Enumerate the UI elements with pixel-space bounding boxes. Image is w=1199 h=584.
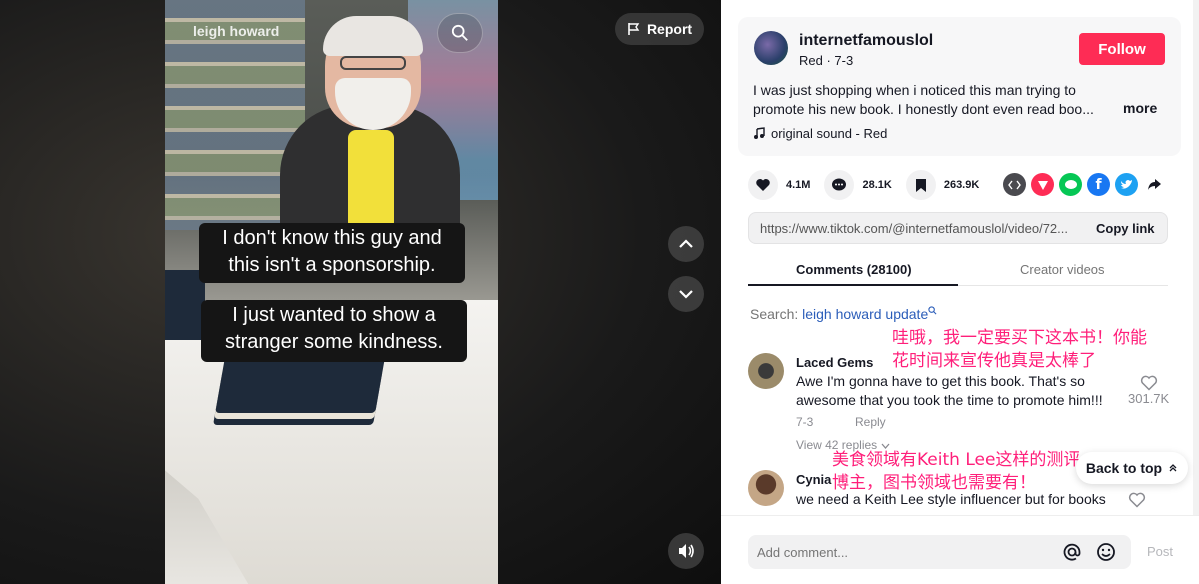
author-avatar[interactable]: [754, 31, 788, 65]
tabs: Comments (28100) Creator videos: [748, 256, 1168, 286]
search-icon: [928, 306, 937, 315]
add-comment-placeholder: Add comment...: [757, 545, 849, 560]
add-comment-input[interactable]: Add comment...: [748, 535, 1131, 569]
video-link-url[interactable]: https://www.tiktok.com/@internetfamouslo…: [760, 221, 1080, 236]
line-share-icon[interactable]: [1059, 173, 1082, 196]
active-tab-underline: [748, 284, 958, 286]
commenter-name[interactable]: Cynia: [796, 472, 831, 487]
facebook-share-icon[interactable]: f: [1087, 173, 1110, 196]
comment-like-count: 301.7K: [1128, 391, 1170, 406]
mention-icon[interactable]: [1061, 541, 1083, 563]
reply-button[interactable]: Reply: [855, 415, 886, 429]
share-arrow-icon[interactable]: [1143, 173, 1166, 196]
details-panel: internetfamouslol Red · 7-3 Follow I was…: [721, 0, 1199, 584]
follow-button[interactable]: Follow: [1079, 33, 1165, 65]
commenter-avatar[interactable]: [748, 353, 784, 389]
more-link[interactable]: more: [1123, 100, 1157, 116]
send-to-friends-icon[interactable]: [1031, 173, 1054, 196]
comment-count: 28.1K: [862, 179, 892, 191]
heart-outline-icon: [1128, 492, 1146, 508]
next-video-button[interactable]: [668, 276, 704, 312]
search-keyword[interactable]: leigh howard update: [802, 306, 928, 322]
comment-text: Awe I'm gonna have to get this book. Tha…: [796, 373, 1103, 408]
tab-comments[interactable]: Comments (28100): [796, 262, 912, 277]
action-bar: 4.1M 28.1K 263.9K: [748, 170, 993, 200]
translation-annotation-1: 哇哦，我一定要买下这本书！你能花时间来宣传他真是太棒了: [892, 328, 1147, 371]
volume-button[interactable]: [668, 533, 704, 569]
heart-icon: [748, 170, 778, 200]
embed-icon[interactable]: [1003, 173, 1026, 196]
comment-icon: [824, 170, 855, 200]
person-hair: [323, 16, 423, 56]
back-to-top-button[interactable]: Back to top: [1076, 452, 1188, 484]
flag-icon: [628, 23, 640, 35]
video-caption-2: I just wanted to show a stranger some ki…: [201, 300, 467, 362]
previous-video-button[interactable]: [668, 226, 704, 262]
report-button[interactable]: Report: [615, 13, 704, 45]
author-subline: Red · 7-3: [799, 53, 854, 68]
search-prefix: Search:: [750, 306, 799, 322]
translation-annotation-2: 美食领域有Keith Lee这样的测评博主，图书领域也需要有！: [832, 450, 1081, 493]
double-chevron-up-icon: [1169, 464, 1177, 472]
post-info-card: internetfamouslol Red · 7-3 Follow I was…: [738, 17, 1181, 156]
report-label: Report: [646, 21, 693, 37]
commenter-avatar[interactable]: [748, 470, 784, 506]
music-note-icon: [754, 127, 765, 139]
commenter-name[interactable]: Laced Gems: [796, 355, 873, 370]
heart-outline-icon: [1140, 375, 1157, 391]
comment-date: 7-3: [796, 415, 814, 429]
comment-action[interactable]: 28.1K: [824, 170, 892, 200]
copy-link-button[interactable]: Copy link: [1096, 221, 1155, 236]
save-action[interactable]: 263.9K: [905, 170, 980, 200]
book-stack-left: [165, 270, 205, 340]
glasses: [340, 56, 406, 70]
video-player[interactable]: leigh howard I don't know this guy and t…: [0, 0, 721, 584]
like-count: 4.1M: [786, 179, 811, 191]
video-search-button[interactable]: [437, 13, 483, 53]
post-description: I was just shopping when i noticed this …: [753, 82, 1094, 117]
sound-label: original sound - Red: [771, 126, 888, 141]
share-row: f: [1003, 173, 1166, 196]
volume-icon: [679, 544, 694, 558]
book-stack: [215, 358, 385, 413]
chevron-up-icon: [679, 239, 693, 248]
video-watermark: leigh howard: [193, 23, 280, 39]
comment-like[interactable]: 301.7K: [1128, 375, 1169, 406]
tab-creator-videos[interactable]: Creator videos: [1020, 262, 1105, 277]
back-to-top-label: Back to top: [1085, 460, 1163, 476]
video-link-box: https://www.tiktok.com/@internetfamouslo…: [748, 212, 1168, 244]
twitter-share-icon[interactable]: [1115, 173, 1138, 196]
person-shirt: [348, 130, 394, 230]
chevron-down-icon: [679, 290, 693, 299]
bookmark-icon: [905, 170, 936, 200]
search-suggestion[interactable]: Search: leigh howard update: [750, 306, 937, 322]
comment-composer: Add comment... Post: [721, 515, 1199, 584]
video-caption-1: I don't know this guy and this isn't a s…: [199, 223, 465, 283]
emoji-icon[interactable]: [1095, 541, 1117, 563]
save-count: 263.9K: [943, 179, 980, 191]
author-username[interactable]: internetfamouslol: [799, 32, 933, 50]
sound-link[interactable]: original sound - Red: [753, 126, 887, 141]
search-icon: [451, 24, 468, 41]
comment-like[interactable]: [1128, 492, 1146, 508]
like-action[interactable]: 4.1M: [748, 170, 810, 200]
panel-scrollbar[interactable]: [1193, 0, 1199, 584]
post-button[interactable]: Post: [1147, 544, 1173, 559]
video-frame[interactable]: [165, 0, 498, 584]
